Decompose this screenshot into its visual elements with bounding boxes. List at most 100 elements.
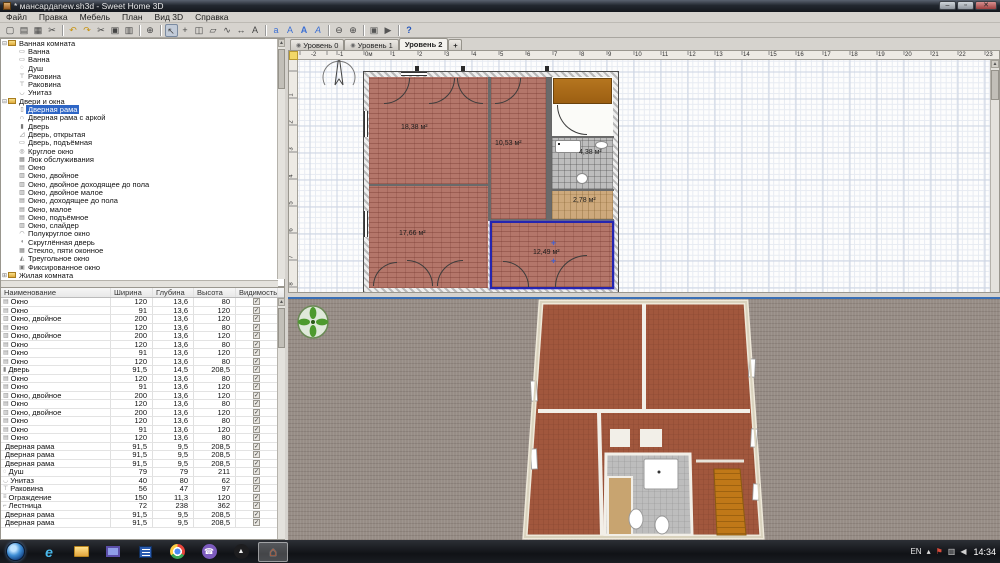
select-button[interactable]: ↖	[165, 24, 178, 37]
table-row[interactable]: ▤Окно12013,680✓	[1, 434, 284, 443]
unity-taskbar-button[interactable]: ▲	[226, 542, 256, 562]
visibility-checkbox[interactable]: ✓	[253, 494, 260, 501]
visibility-checkbox[interactable]: ✓	[253, 400, 260, 407]
minimize-button[interactable]: –	[939, 1, 956, 10]
visibility-checkbox[interactable]: ✓	[253, 409, 260, 416]
visibility-checkbox[interactable]: ✓	[253, 468, 260, 475]
new-button[interactable]: ▢	[4, 24, 17, 37]
chrome-taskbar-button[interactable]	[162, 542, 192, 562]
table-row[interactable]: ▥Окно, двойное20013,6120✓	[1, 409, 284, 418]
visibility-checkbox[interactable]: ✓	[253, 477, 260, 484]
table-row[interactable]: ▤Окно9113,6120✓	[1, 426, 284, 435]
italic-button[interactable]: A	[312, 24, 325, 37]
visibility-checkbox[interactable]: ✓	[253, 349, 260, 356]
save-button[interactable]: ▦	[32, 24, 45, 37]
table-row[interactable]: Дверная рама91,59,5208,5✓	[1, 519, 284, 528]
scroll-thumb[interactable]	[278, 308, 285, 348]
scroll-up-icon[interactable]: ▲	[278, 298, 285, 306]
create-dimensions-button[interactable]: ↔	[235, 24, 248, 37]
column-header-2[interactable]: Глубина	[153, 288, 194, 297]
increase-text-size-button[interactable]: A	[284, 24, 297, 37]
volume-icon[interactable]: ◀	[960, 547, 966, 556]
scroll-up-icon[interactable]: ▲	[278, 39, 285, 47]
remote-desktop-app-taskbar-button[interactable]	[98, 542, 128, 562]
clock[interactable]: 14:34	[973, 547, 996, 557]
internet-explorer-taskbar-button[interactable]: e	[34, 542, 64, 562]
menu-0[interactable]: Файл	[0, 12, 33, 22]
menu-2[interactable]: Мебель	[74, 12, 116, 22]
window-2d[interactable]	[364, 111, 368, 137]
flag-icon[interactable]: ⚑	[936, 547, 943, 556]
table-row[interactable]: ▥Окно, двойное20013,6120✓	[1, 332, 284, 341]
visibility-checkbox[interactable]: ✓	[253, 315, 260, 322]
visibility-checkbox[interactable]: ✓	[253, 443, 260, 450]
visibility-checkbox[interactable]: ✓	[253, 307, 260, 314]
create-rooms-button[interactable]: ▱	[207, 24, 220, 37]
table-scrollbar[interactable]: ▲	[277, 298, 285, 539]
table-row[interactable]: ▤Окно9113,6120✓	[1, 383, 284, 392]
collapse-icon[interactable]: ⊟	[1, 40, 8, 47]
pan-button[interactable]: +	[179, 24, 192, 37]
sweet-home-3d-taskbar-button[interactable]: ⌂	[258, 542, 288, 562]
table-row[interactable]: ▥Окно, двойное20013,6120✓	[1, 315, 284, 324]
table-row[interactable]: ▤Окно12013,680✓	[1, 358, 284, 367]
table-row[interactable]: ▤Окно12013,680✓	[1, 375, 284, 384]
table-row[interactable]: Дверная рама91,59,5208,5✓	[1, 460, 284, 469]
visibility-checkbox[interactable]: ✓	[253, 511, 260, 518]
add-level-tab[interactable]: +	[448, 39, 462, 50]
table-row[interactable]: ▤Окно12013,680✓	[1, 400, 284, 409]
room-resize-indicator-icon[interactable]: ✚	[551, 258, 556, 265]
editor-app-taskbar-button[interactable]	[130, 542, 160, 562]
undo-button[interactable]: ↶	[67, 24, 80, 37]
column-header-1[interactable]: Ширина	[111, 288, 153, 297]
column-header-4[interactable]: Видимость	[236, 288, 278, 297]
visibility-checkbox[interactable]: ✓	[253, 417, 260, 424]
preferences-button[interactable]: ✂	[46, 24, 59, 37]
collapse-icon[interactable]: ⊟	[1, 98, 8, 105]
photo-button[interactable]: ▣	[368, 24, 381, 37]
maximize-button[interactable]: ▫	[957, 1, 974, 10]
tree-item-28[interactable]: ⊞Жилая комната	[1, 271, 284, 279]
tab-level-1[interactable]: ◉Уровень 1	[344, 39, 398, 50]
zoom-out-button[interactable]: ⊖	[333, 24, 346, 37]
table-row[interactable]: ▤Окно12013,680✓	[1, 324, 284, 333]
plan-view[interactable]: 18,38 м² 10,53 м² 4,38 м² 2,78 м² 17,66 …	[288, 50, 1000, 293]
visibility-checkbox[interactable]: ✓	[253, 366, 260, 373]
table-row[interactable]: ▥Окно, двойное20013,6120✓	[1, 392, 284, 401]
visibility-checkbox[interactable]: ✓	[253, 519, 260, 526]
room-closet[interactable]	[552, 191, 613, 219]
scroll-thumb[interactable]	[991, 70, 999, 100]
menu-1[interactable]: Правка	[33, 12, 74, 22]
table-row[interactable]: ⊤Раковина564797✓	[1, 485, 284, 494]
visibility-checkbox[interactable]: ✓	[253, 434, 260, 441]
table-row[interactable]: ⌐Лестница72238362✓	[1, 502, 284, 511]
table-row[interactable]: Дверная рама91,59,5208,5✓	[1, 511, 284, 520]
tree-scrollbar[interactable]: ▲	[277, 39, 285, 279]
paste-button[interactable]: ▥	[123, 24, 136, 37]
visibility-checkbox[interactable]: ✓	[253, 460, 260, 467]
house-3d-render[interactable]	[288, 299, 1000, 540]
expand-icon[interactable]: ⊞	[1, 272, 8, 279]
table-row[interactable]: ◌Душ7979211✓	[1, 468, 284, 477]
visibility-checkbox[interactable]: ✓	[253, 358, 260, 365]
create-text-button[interactable]: A	[249, 24, 262, 37]
table-row[interactable]: ◡Унитаз408062✓	[1, 477, 284, 486]
tray-expand-icon[interactable]: ▴	[927, 547, 931, 556]
visibility-checkbox[interactable]: ✓	[253, 383, 260, 390]
toilet[interactable]	[595, 141, 608, 149]
table-row[interactable]: Дверная рама91,59,5208,5✓	[1, 451, 284, 460]
viber-taskbar-button[interactable]: ☎	[194, 542, 224, 562]
visibility-checkbox[interactable]: ✓	[253, 324, 260, 331]
redo-button[interactable]: ↷	[81, 24, 94, 37]
window-2d[interactable]	[364, 211, 368, 237]
file-explorer-taskbar-button[interactable]	[66, 542, 96, 562]
create-walls-button[interactable]: ◫	[193, 24, 206, 37]
table-row[interactable]: ▤Окно9113,6120✓	[1, 349, 284, 358]
cut-button[interactable]: ✂	[95, 24, 108, 37]
column-header-0[interactable]: Наименование	[1, 288, 111, 297]
table-row[interactable]: ▤Окно12013,680✓	[1, 298, 284, 307]
close-button[interactable]: ✕	[975, 1, 997, 10]
visibility-checkbox[interactable]: ✓	[253, 341, 260, 348]
view-3d[interactable]	[288, 297, 1000, 540]
window-2d[interactable]	[401, 72, 427, 76]
